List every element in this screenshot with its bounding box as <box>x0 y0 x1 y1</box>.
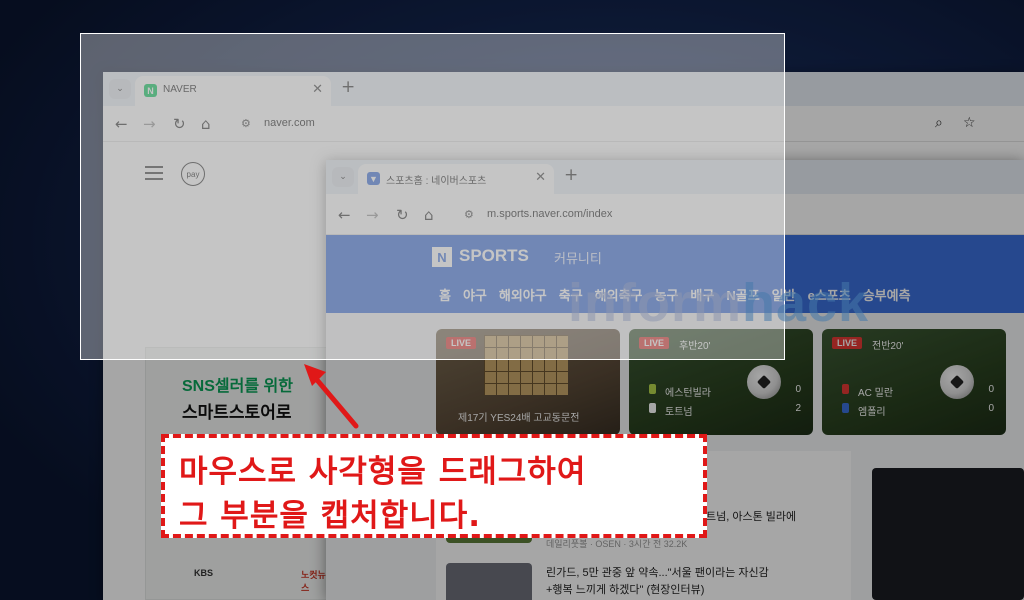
callout-line-1: 마우스로 사각형을 드래그하여 <box>179 454 587 490</box>
callout-line-2: 그 부분을 캡처합니다. <box>179 498 482 534</box>
desktop-background: ⌄ N NAVER ✕ + ← → ↻ ⌂ ⚙ naver.com ⌕ ☆ pa… <box>0 0 1024 600</box>
pointer-arrow-icon <box>304 364 359 429</box>
watermark: informhack <box>568 273 870 333</box>
instruction-callout: 마우스로 사각형을 드래그하여 그 부분을 캡처합니다. <box>161 434 707 538</box>
